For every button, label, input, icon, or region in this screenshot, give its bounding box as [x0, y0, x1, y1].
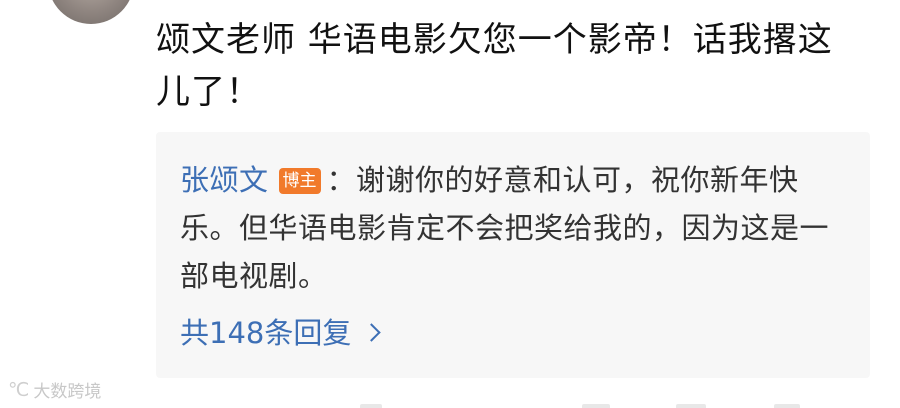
reply-text: 谢谢你的好意和认可，祝你新年快乐。但华语电影肯定不会把奖给我的，因为这是一部电视… — [180, 163, 830, 293]
watermark-text: 大数跨境 — [33, 382, 102, 402]
chevron-right-icon — [362, 322, 382, 342]
reply-author-link[interactable]: 张颂文 — [180, 163, 269, 197]
reply-count-label: 共148条回复 — [180, 316, 352, 350]
clipped-element — [676, 404, 706, 408]
clipped-element — [774, 404, 800, 408]
comment-text: 颂文老师 华语电影欠您一个影帝！话我撂这儿了！ — [156, 20, 833, 112]
view-replies-link[interactable]: 共148条回复 — [180, 310, 382, 352]
avatar[interactable] — [48, 0, 134, 24]
watermark-logo-icon: ℃ — [8, 378, 30, 401]
clipped-element — [360, 404, 382, 408]
watermark: ℃ 大数跨境 — [8, 377, 102, 403]
reply-separator: ： — [326, 163, 357, 197]
reply-content: 张颂文 博主 ：谢谢你的好意和认可，祝你新年快乐。但华语电影肯定不会把奖给我的，因为… — [180, 156, 830, 300]
author-badge: 博主 — [278, 168, 321, 194]
reply-box: 张颂文 博主 ：谢谢你的好意和认可，祝你新年快乐。但华语电影肯定不会把奖给我的，因为… — [156, 132, 870, 378]
clipped-element — [582, 404, 610, 408]
